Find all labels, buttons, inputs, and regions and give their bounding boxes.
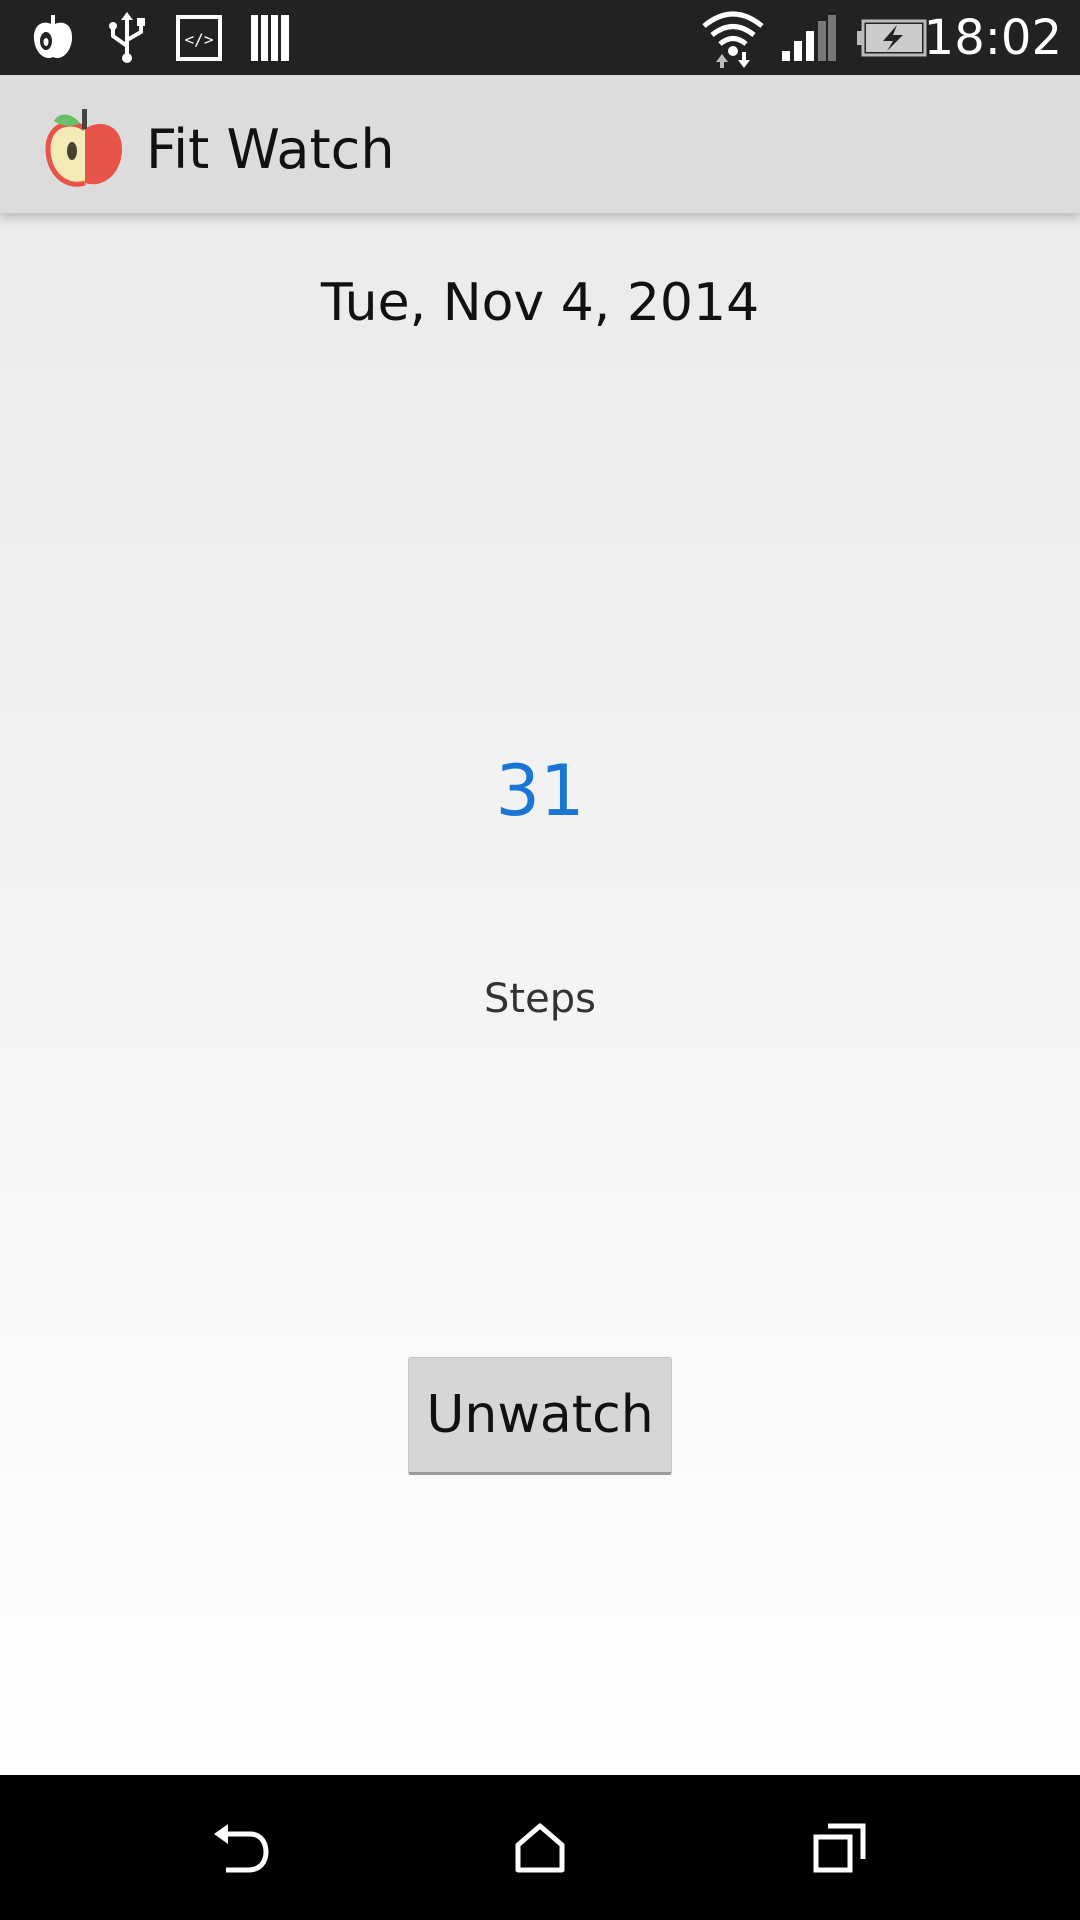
action-bar: Fit Watch <box>0 75 1080 213</box>
wifi-icon <box>698 10 768 68</box>
steps-count: 31 <box>495 750 585 832</box>
apple-icon <box>44 107 126 189</box>
usb-icon <box>102 10 152 66</box>
status-bar: </> 18:02 <box>0 0 1080 75</box>
cell-signal-icon <box>778 10 840 66</box>
status-time: 18:02 <box>923 10 1062 66</box>
steps-label: Steps <box>484 976 596 1022</box>
main-content: Tue, Nov 4, 2014 31 Steps Unwatch <box>0 213 1080 1775</box>
home-icon[interactable] <box>480 1795 600 1900</box>
navigation-bar <box>0 1775 1080 1920</box>
svg-text:</>: </> <box>185 30 214 49</box>
developer-code-icon: </> <box>174 10 224 66</box>
battery-charging-icon <box>856 10 928 66</box>
unwatch-button[interactable]: Unwatch <box>408 1357 672 1475</box>
library-icon <box>246 10 296 66</box>
recents-icon[interactable] <box>780 1795 900 1900</box>
back-icon[interactable] <box>180 1795 300 1900</box>
date-label: Tue, Nov 4, 2014 <box>320 273 760 333</box>
app-title: Fit Watch <box>146 118 395 181</box>
phone-screen: </> 18:02 Fit Watch Tue, Nov 4, 2014 31 … <box>0 0 1080 1920</box>
fit-watch-notification-icon <box>28 10 78 66</box>
